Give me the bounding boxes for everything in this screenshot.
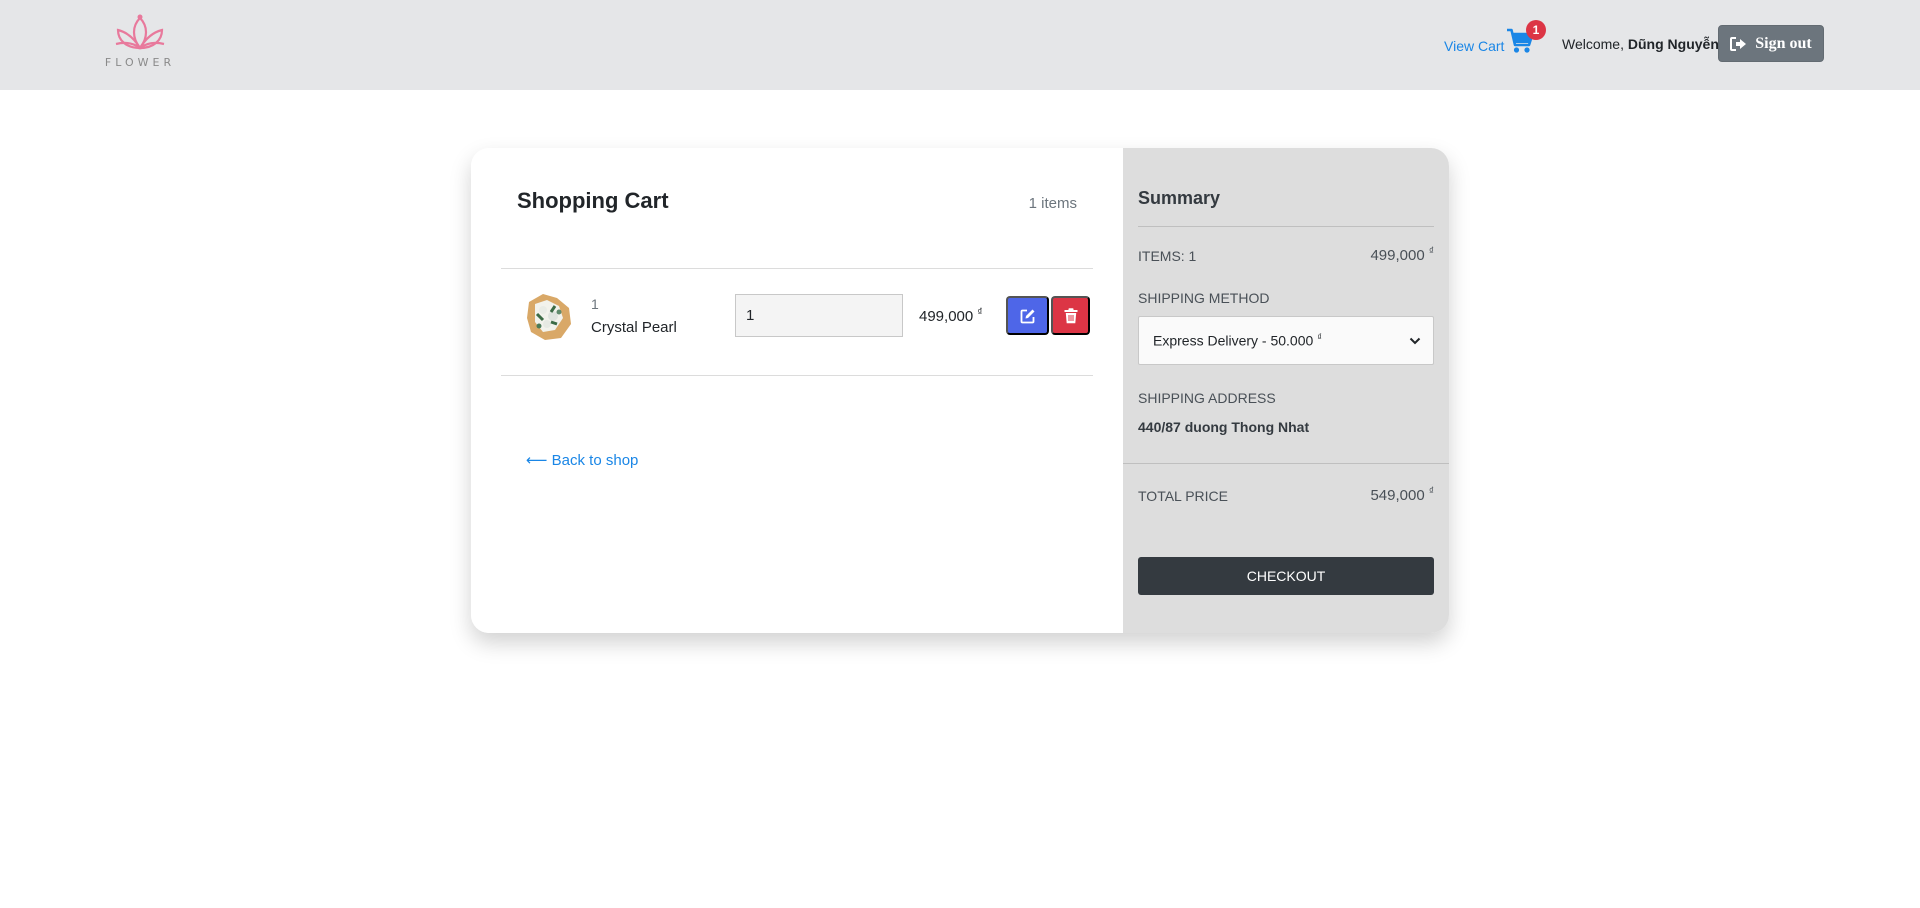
- cart-title: Shopping Cart: [517, 188, 669, 213]
- chevron-down-icon: [1409, 337, 1421, 344]
- site-logo[interactable]: FLOWER: [104, 12, 176, 72]
- item-name: Crystal Pearl: [591, 319, 677, 336]
- product-image[interactable]: [521, 288, 577, 344]
- summary-title: Summary: [1138, 188, 1221, 208]
- back-to-shop-link[interactable]: ⟵ Back to shop: [526, 451, 638, 469]
- item-price-value: 499,000: [919, 308, 974, 325]
- summary-items-currency: ₫: [1428, 246, 1434, 257]
- shipping-option-text: Express Delivery - 50.000: [1153, 332, 1314, 349]
- edit-item-button[interactable]: [1006, 296, 1049, 335]
- lotus-logo-icon: [115, 14, 165, 50]
- shipping-option-currency: ₫: [1317, 332, 1322, 343]
- summary-divider: [1123, 463, 1449, 464]
- summary-items-price: 499,000 ₫: [1370, 246, 1434, 264]
- sign-out-label: Sign out: [1755, 34, 1812, 52]
- quantity-input[interactable]: [735, 294, 903, 337]
- shipping-method-label: SHIPPING METHOD: [1138, 290, 1270, 306]
- checkout-button[interactable]: CHECKOUT: [1138, 557, 1434, 595]
- divider: [501, 375, 1093, 376]
- cart-card: Shopping Cart 1 items 1 Crystal Pearl 49…: [471, 148, 1449, 633]
- shipping-method-select[interactable]: Express Delivery - 50.000 ₫: [1138, 316, 1434, 365]
- welcome-text: Welcome, Dũng Nguyễn: [1562, 36, 1719, 52]
- shipping-method-selected: Express Delivery - 50.000 ₫: [1153, 332, 1322, 349]
- item-quantity-label: 1: [591, 296, 599, 312]
- summary-divider: [1138, 226, 1434, 227]
- welcome-prefix: Welcome,: [1562, 36, 1624, 52]
- edit-icon: [1020, 309, 1034, 323]
- total-price-label: TOTAL PRICE: [1138, 488, 1228, 504]
- total-price-currency: ₫: [1428, 486, 1434, 497]
- shipping-address-value: 440/87 duong Thong Nhat: [1138, 419, 1310, 435]
- top-navbar: FLOWER View Cart 1 Welcome, Dũng Nguyễn …: [0, 0, 1920, 90]
- cart-pane: Shopping Cart 1 items 1 Crystal Pearl 49…: [471, 148, 1123, 633]
- sign-out-button[interactable]: Sign out: [1718, 25, 1824, 62]
- sign-out-icon: [1730, 36, 1747, 51]
- summary-items-label: ITEMS: 1: [1138, 248, 1197, 264]
- cart-count-badge: 1: [1526, 20, 1546, 40]
- logo-text: FLOWER: [104, 56, 176, 69]
- user-name: Dũng Nguyễn: [1627, 36, 1719, 52]
- view-cart-link[interactable]: View Cart: [1444, 38, 1504, 54]
- summary-items-price-value: 499,000: [1370, 247, 1425, 264]
- item-price-currency: ₫: [977, 307, 983, 318]
- divider: [501, 268, 1093, 269]
- summary-pane: Summary ITEMS: 1 499,000 ₫ SHIPPING METH…: [1123, 148, 1449, 633]
- shipping-address-label: SHIPPING ADDRESS: [1138, 390, 1276, 406]
- total-price: 549,000 ₫: [1370, 486, 1434, 504]
- delete-item-button[interactable]: [1051, 296, 1090, 335]
- cart-item-count: 1 items: [1028, 195, 1077, 212]
- total-price-value: 549,000: [1370, 487, 1425, 504]
- trash-icon: [1064, 307, 1077, 323]
- item-price: 499,000 ₫: [919, 307, 983, 325]
